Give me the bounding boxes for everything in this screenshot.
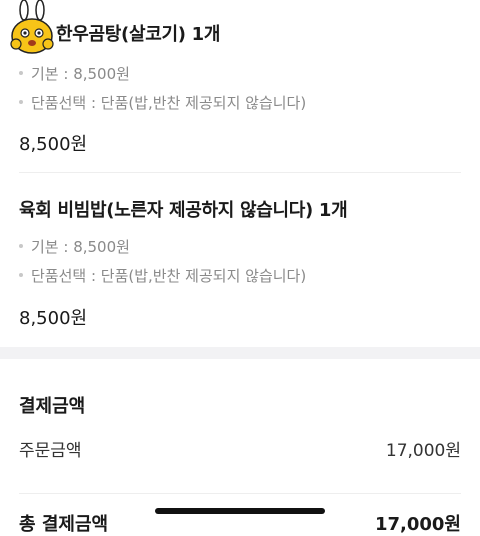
bullet-icon (19, 99, 23, 104)
divider (19, 493, 461, 494)
mascot-icon (10, 0, 54, 54)
item-title: 한우곰탕(살코기) 1개 (56, 24, 221, 45)
item-option: 단품선택 : 단품(밥,반찬 제공되지 않습니다) (19, 265, 306, 286)
item-option: 단품선택 : 단품(밥,반찬 제공되지 않습니다) (19, 92, 306, 113)
section-separator (0, 347, 480, 359)
divider (19, 172, 461, 173)
total-amount-label: 총 결제금액 (19, 514, 109, 535)
home-indicator[interactable] (155, 508, 325, 514)
item-title: 육회 비빔밥(노른자 제공하지 않습니다) 1개 (19, 200, 348, 221)
total-amount-value: 17,000원 (374, 514, 461, 535)
item-option: 기본 : 8,500원 (19, 236, 130, 257)
payment-section-title: 결제금액 (19, 396, 86, 417)
item-price: 8,500원 (19, 134, 88, 155)
bullet-icon (19, 70, 23, 75)
bullet-icon (19, 243, 23, 248)
order-amount-value: 17,000원 (385, 441, 461, 461)
item-option: 기본 : 8,500원 (19, 63, 130, 84)
item-price: 8,500원 (19, 308, 88, 329)
bullet-icon (19, 272, 23, 277)
order-amount-label: 주문금액 (19, 441, 82, 461)
